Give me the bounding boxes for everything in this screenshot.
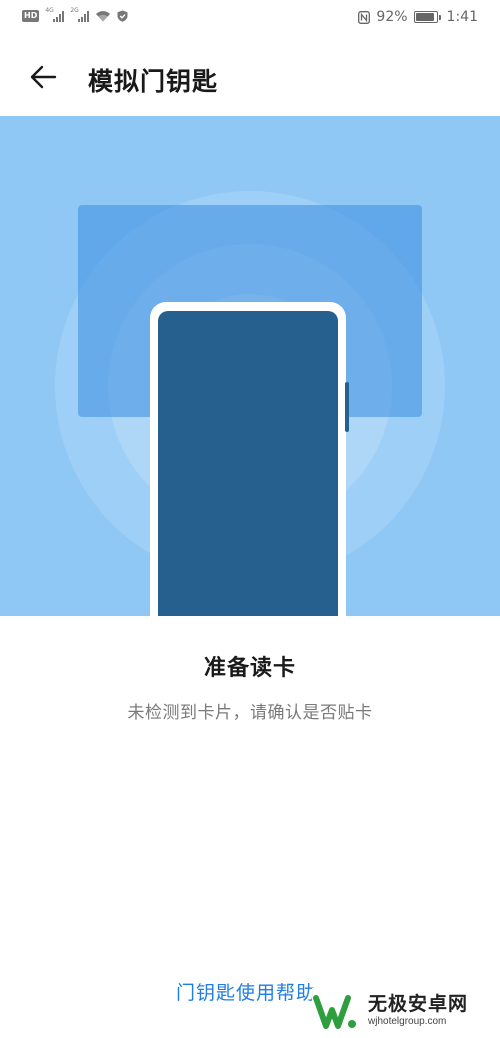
help-link[interactable]: 门钥匙使用帮助 [176,978,316,1005]
hd-icon: HD [22,10,40,22]
watermark-name: 无极安卓网 [368,993,469,1015]
status-bar: HD 4G 2G 92% 1:41 [0,0,500,38]
phone-card-illustration [55,191,445,616]
status-description: 未检测到卡片，请确认是否贴卡 [127,703,373,723]
nfc-icon [358,10,371,24]
phone-side-button [345,382,349,432]
watermark-logo-icon [313,995,356,1029]
watermark: 无极安卓网 wjhotelgroup.com [312,988,498,1034]
status-bar-left: HD 4G 2G [22,7,128,22]
nfc-illustration [0,116,500,616]
signal-icon: 4G [45,7,65,22]
network-type-label: 2G [70,7,79,14]
signal-icon: 2G [70,7,90,22]
clock: 1:41 [446,9,478,25]
back-button[interactable] [26,60,60,94]
battery-icon [413,11,441,23]
app-header: 模拟门钥匙 [0,38,500,116]
watermark-url: wjhotelgroup.com [368,1016,447,1027]
status-title: 准备读卡 [203,656,296,681]
network-type-label: 4G [45,7,54,14]
page-title: 模拟门钥匙 [88,67,219,96]
wifi-icon [96,11,111,22]
battery-percent: 92% [376,9,408,25]
status-bar-right: 92% 1:41 [358,9,478,25]
arrow-left-icon [30,65,57,89]
phone-screen [158,311,338,616]
shield-icon [117,10,128,22]
